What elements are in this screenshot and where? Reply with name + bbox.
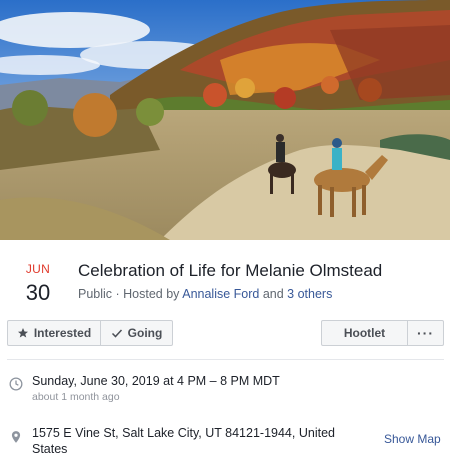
event-datetime: Sunday, June 30, 2019 at 4 PM – 8 PM MDT (32, 374, 280, 388)
event-address: 1575 E Vine St, Salt Lake City, UT 84121… (32, 426, 335, 456)
going-label: Going (127, 326, 163, 340)
hootlet-label: Hootlet (343, 326, 386, 340)
event-month: JUN (25, 262, 51, 276)
show-map-link[interactable]: Show Map (384, 432, 441, 446)
interested-button[interactable]: Interested (7, 320, 101, 346)
checkmark-icon (111, 327, 123, 339)
star-icon (17, 327, 29, 339)
section-divider (7, 359, 444, 360)
event-title[interactable]: Celebration of Life for Melanie Olmstead (78, 261, 382, 281)
interested-label: Interested (33, 326, 92, 340)
event-relative-time: about 1 month ago (32, 391, 120, 403)
location-pin-icon (9, 430, 23, 444)
event-date-badge: JUN 30 (18, 262, 58, 306)
event-cover-photo[interactable] (0, 0, 450, 240)
host-link[interactable]: Annalise Ford (182, 287, 259, 301)
clock-icon (9, 377, 23, 391)
and-text: and (259, 287, 288, 301)
cover-image (0, 0, 450, 240)
hosted-by-prefix: · Hosted by (112, 287, 183, 301)
hootlet-button[interactable]: Hootlet (321, 320, 408, 346)
going-button[interactable]: Going (100, 320, 173, 346)
event-subtitle: Public · Hosted by Annalise Ford and 3 o… (78, 287, 332, 301)
other-hosts-link[interactable]: 3 others (287, 287, 332, 301)
event-day: 30 (25, 280, 51, 305)
more-options-button[interactable]: ··· (407, 320, 444, 346)
event-visibility: Public (78, 287, 113, 301)
more-options-icon: ··· (417, 325, 434, 341)
